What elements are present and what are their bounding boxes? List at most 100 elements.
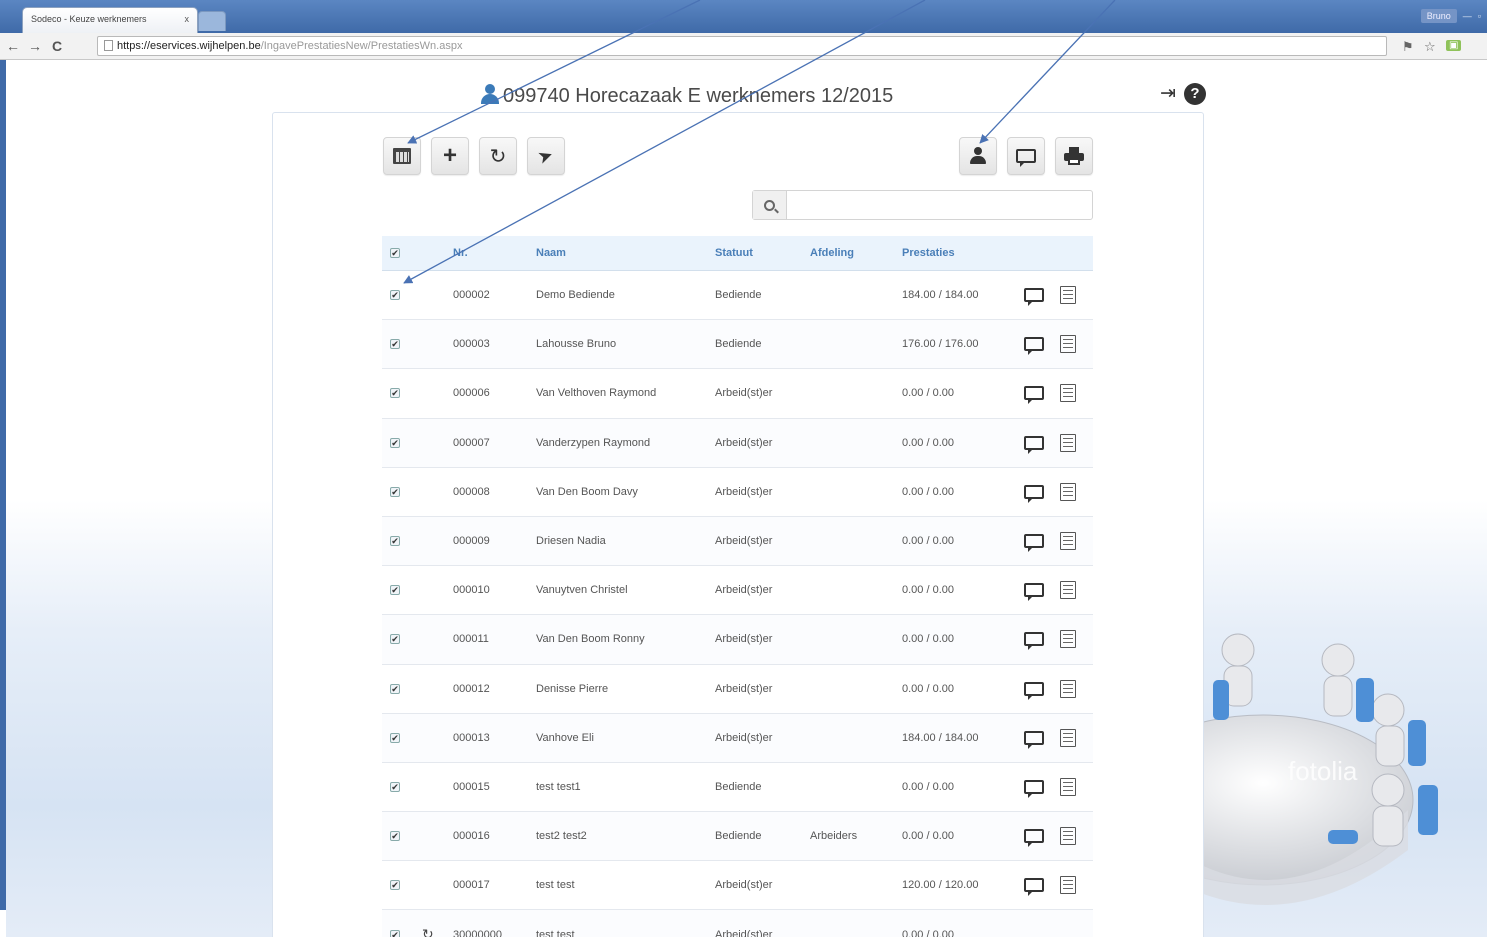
table-row[interactable]: ✔ ↻ 000016 test2 test2 Bediende Arbeider… [382,812,1093,862]
row-checkbox[interactable]: ✔ [390,732,400,743]
address-bar[interactable]: https://eservices.wijhelpen.be/IngavePre… [97,36,1387,56]
row-detail-icon[interactable] [1060,876,1076,895]
new-tab-button[interactable] [198,11,226,31]
row-detail-icon[interactable] [1060,482,1076,501]
cell-naam[interactable]: test test [536,861,575,909]
cell-naam[interactable]: Vanuytven Christel [536,566,628,614]
row-detail-icon[interactable] [1060,728,1076,747]
row-detail-icon[interactable] [1060,433,1076,452]
table-row[interactable]: ✔ ↻ 000009 Driesen Nadia Arbeid(st)er 0.… [382,516,1093,567]
row-checkbox[interactable]: ✔ [390,781,400,792]
row-comment-icon[interactable] [1024,681,1044,700]
row-checkbox[interactable]: ✔ [390,437,400,448]
row-checkbox[interactable]: ✔ [390,634,400,645]
row-checkbox[interactable]: ✔ [390,339,400,350]
table-row[interactable]: ✔ ↻ 000003 Lahousse Bruno Bediende 176.0… [382,320,1093,370]
bookmark-star-icon[interactable]: ☆ [1424,39,1436,55]
row-detail-icon[interactable] [1060,335,1076,354]
cell-naam[interactable]: Demo Bediende [536,271,615,319]
row-comment-icon[interactable] [1024,534,1044,553]
table-row[interactable]: ✔ ↻ 000012 Denisse Pierre Arbeid(st)er 0… [382,665,1093,714]
table-row[interactable]: ✔ ↻ 30000000 test test Arbeid(st)er 0.00… [382,910,1093,937]
table-row[interactable]: ✔ ↻ 000007 Vanderzypen Raymond Arbeid(st… [382,418,1093,468]
restore-icon[interactable]: ▫ [1478,11,1481,21]
row-comment-icon[interactable] [1024,435,1044,454]
row-detail-icon[interactable] [1060,679,1076,698]
employee-button[interactable] [959,137,997,175]
row-checkbox[interactable]: ✔ [390,929,400,937]
column-header-afdeling[interactable]: Afdeling [810,236,854,270]
row-comment-icon[interactable] [1024,583,1044,602]
extension-icon[interactable]: ▣ [1446,40,1462,51]
cell-naam[interactable]: test test [536,910,575,937]
cell-naam[interactable]: test test1 [536,763,581,811]
column-header-statuut[interactable]: Statuut [715,236,753,270]
table-row[interactable]: ✔ ↻ 000011 Van Den Boom Ronny Arbeid(st)… [382,615,1093,665]
row-detail-icon[interactable] [1060,827,1076,846]
row-comment-icon[interactable] [1024,878,1044,897]
reload-icon[interactable]: ↻ [422,926,434,937]
table-row[interactable]: ✔ ↻ 000008 Van Den Boom Davy Arbeid(st)e… [382,468,1093,517]
row-checkbox[interactable]: ✔ [390,683,400,694]
table-row[interactable]: ✔ ↻ 000010 Vanuytven Christel Arbeid(st)… [382,566,1093,616]
comment-button[interactable] [1007,137,1045,175]
row-comment-icon[interactable] [1024,632,1044,651]
cell-naam[interactable]: Lahousse Bruno [536,320,616,368]
row-checkbox[interactable]: ✔ [390,290,400,301]
cell-naam[interactable]: Van Den Boom Ronny [536,615,645,663]
cell-naam[interactable]: Denisse Pierre [536,665,608,713]
row-comment-icon[interactable] [1024,829,1044,848]
search-input[interactable] [788,191,1091,219]
forward-icon[interactable]: → [28,38,42,54]
back-icon[interactable]: ← [6,38,20,54]
minimize-icon[interactable]: — [1463,11,1472,21]
cell-naam[interactable]: test2 test2 [536,812,587,860]
row-comment-icon[interactable] [1024,484,1044,503]
row-checkbox[interactable]: ✔ [390,585,400,596]
logout-icon[interactable]: ⇥ [1157,83,1179,105]
row-checkbox[interactable]: ✔ [390,831,400,842]
reload-icon[interactable]: C [52,38,62,54]
send-button[interactable]: ➤ [527,137,565,175]
row-checkbox[interactable]: ✔ [390,880,400,891]
column-header-naam[interactable]: Naam [536,236,566,270]
table-row[interactable]: ✔ ↻ 000017 test test Arbeid(st)er 120.00… [382,861,1093,911]
cell-naam[interactable]: Vanhove Eli [536,714,594,762]
add-button[interactable]: + [431,137,469,175]
reset-button[interactable]: ↻ [479,137,517,175]
row-detail-icon[interactable] [1060,630,1076,649]
cell-naam[interactable]: Vanderzypen Raymond [536,419,650,467]
row-checkbox[interactable]: ✔ [390,486,400,497]
row-comment-icon[interactable] [1024,386,1044,405]
table-row[interactable]: ✔ ↻ 000015 test test1 Bediende 0.00 / 0.… [382,763,1093,813]
select-all-checkbox[interactable]: ✔ [390,248,400,258]
browser-tab[interactable]: Sodeco - Keuze werknemers x [22,7,198,33]
column-header-prestaties[interactable]: Prestaties [902,236,955,270]
row-checkbox[interactable]: ✔ [390,536,400,547]
row-comment-icon[interactable] [1024,288,1044,307]
row-detail-icon[interactable] [1060,384,1076,403]
calendar-button[interactable] [383,137,421,175]
row-detail-icon[interactable] [1060,286,1076,305]
tab-close-icon[interactable]: x [185,14,190,24]
browser-user-badge[interactable]: Bruno [1420,9,1457,23]
row-detail-icon[interactable] [1060,581,1076,600]
row-detail-icon[interactable] [1060,777,1076,796]
translate-icon[interactable]: ⚑ [1402,39,1414,55]
row-comment-icon[interactable] [1024,779,1044,798]
cell-naam[interactable]: Van Velthoven Raymond [536,369,656,417]
column-header-nr[interactable]: Nr. [453,236,468,270]
help-icon[interactable]: ? [1184,83,1206,105]
row-checkbox[interactable]: ✔ [390,388,400,399]
table-row[interactable]: ✔ ↻ 000006 Van Velthoven Raymond Arbeid(… [382,369,1093,419]
print-button[interactable] [1055,137,1093,175]
cell-naam[interactable]: Driesen Nadia [536,517,606,565]
url-host: https://eservices.wijhelpen.be [117,40,261,52]
row-comment-icon[interactable] [1024,730,1044,749]
illustration-watermark: fotolia [1288,756,1358,786]
table-row[interactable]: ✔ ↻ 000002 Demo Bediende Bediende 184.00… [382,271,1093,321]
cell-naam[interactable]: Van Den Boom Davy [536,468,638,516]
row-comment-icon[interactable] [1024,337,1044,356]
table-row[interactable]: ✔ ↻ 000013 Vanhove Eli Arbeid(st)er 184.… [382,713,1093,763]
row-detail-icon[interactable] [1060,532,1076,551]
